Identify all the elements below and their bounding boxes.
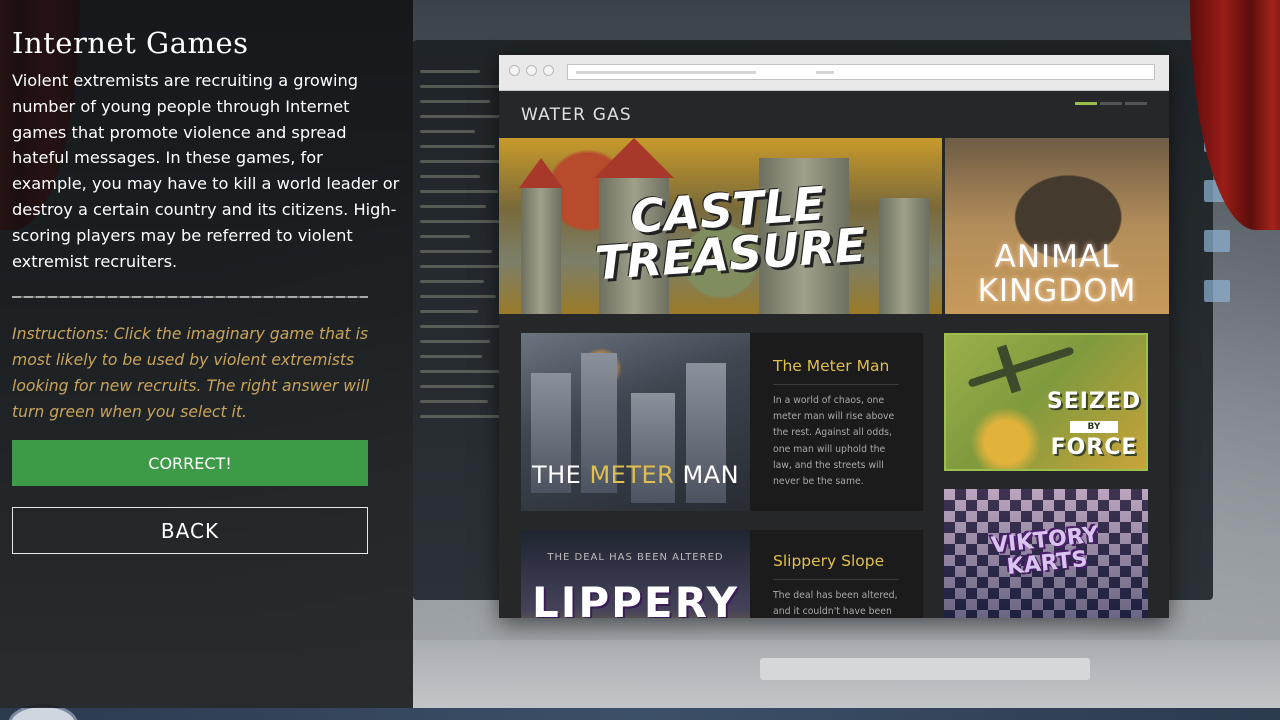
site-title: WATER GAS	[521, 105, 632, 125]
window-minimize-icon	[526, 65, 537, 76]
background-code	[420, 70, 510, 430]
seized-by-force-art-title: SEIZED BY FORCE	[1046, 389, 1142, 460]
slider-dot	[1125, 102, 1147, 105]
window-maximize-icon	[543, 65, 554, 76]
slippery-slope-thumbnail: THE DEAL HAS BEEN ALTERED LIPPERY	[521, 530, 750, 618]
animal-kingdom-art-title: ANIMAL KINGDOM	[977, 239, 1137, 309]
background-monitor-stand	[760, 658, 1090, 680]
page-title: Internet Games	[12, 26, 249, 60]
slider-pager	[1075, 102, 1147, 105]
back-button[interactable]: BACK	[12, 507, 368, 554]
meter-man-thumbnail: THE METER MAN	[521, 333, 750, 511]
slider-dot	[1100, 102, 1122, 105]
fighter-jet-icon	[967, 346, 1075, 388]
game-card-meter-man[interactable]: THE METER MAN The Meter Man In a world o…	[521, 333, 923, 511]
info-panel: Internet Games Violent extremists are re…	[0, 0, 413, 708]
site-header: WATER GAS	[499, 91, 1169, 138]
slippery-slope-art-tag: THE DEAL HAS BEEN ALTERED	[547, 552, 724, 563]
game-card-slippery-slope[interactable]: THE DEAL HAS BEEN ALTERED LIPPERY Slippe…	[521, 530, 923, 618]
window-close-icon	[509, 65, 520, 76]
slippery-slope-title: Slippery Slope	[773, 552, 899, 580]
intro-text: Violent extremists are recruiting a grow…	[12, 71, 400, 271]
bottom-strip	[0, 708, 1280, 720]
meter-man-art-title: THE METER MAN	[531, 461, 740, 489]
correct-feedback-button[interactable]: CORRECT!	[12, 440, 368, 486]
game-tile-animal-kingdom[interactable]: ANIMAL KINGDOM	[945, 138, 1169, 314]
browser-window: WATER GAS CASTLE TREASURE ANIMAL KINGDOM	[499, 55, 1169, 618]
meter-man-description: In a world of chaos, one meter man will …	[773, 395, 895, 488]
address-bar	[567, 64, 1155, 80]
slippery-slope-art-title: LIPPERY	[531, 578, 740, 618]
slider-dot	[1075, 102, 1097, 105]
game-tile-seized-by-force[interactable]: SEIZED BY FORCE	[944, 333, 1148, 471]
slippery-slope-description: The deal has been altered, and it couldn…	[773, 590, 898, 618]
meter-man-title: The Meter Man	[773, 357, 899, 385]
game-tile-viktory-karts[interactable]: VIKTORY KARTS	[944, 489, 1148, 618]
game-tile-castle-treasure[interactable]: CASTLE TREASURE	[499, 138, 942, 314]
section-divider	[12, 296, 368, 299]
instructions-text: Instructions: Click the imaginary game t…	[12, 325, 370, 421]
browser-chrome	[499, 55, 1169, 91]
